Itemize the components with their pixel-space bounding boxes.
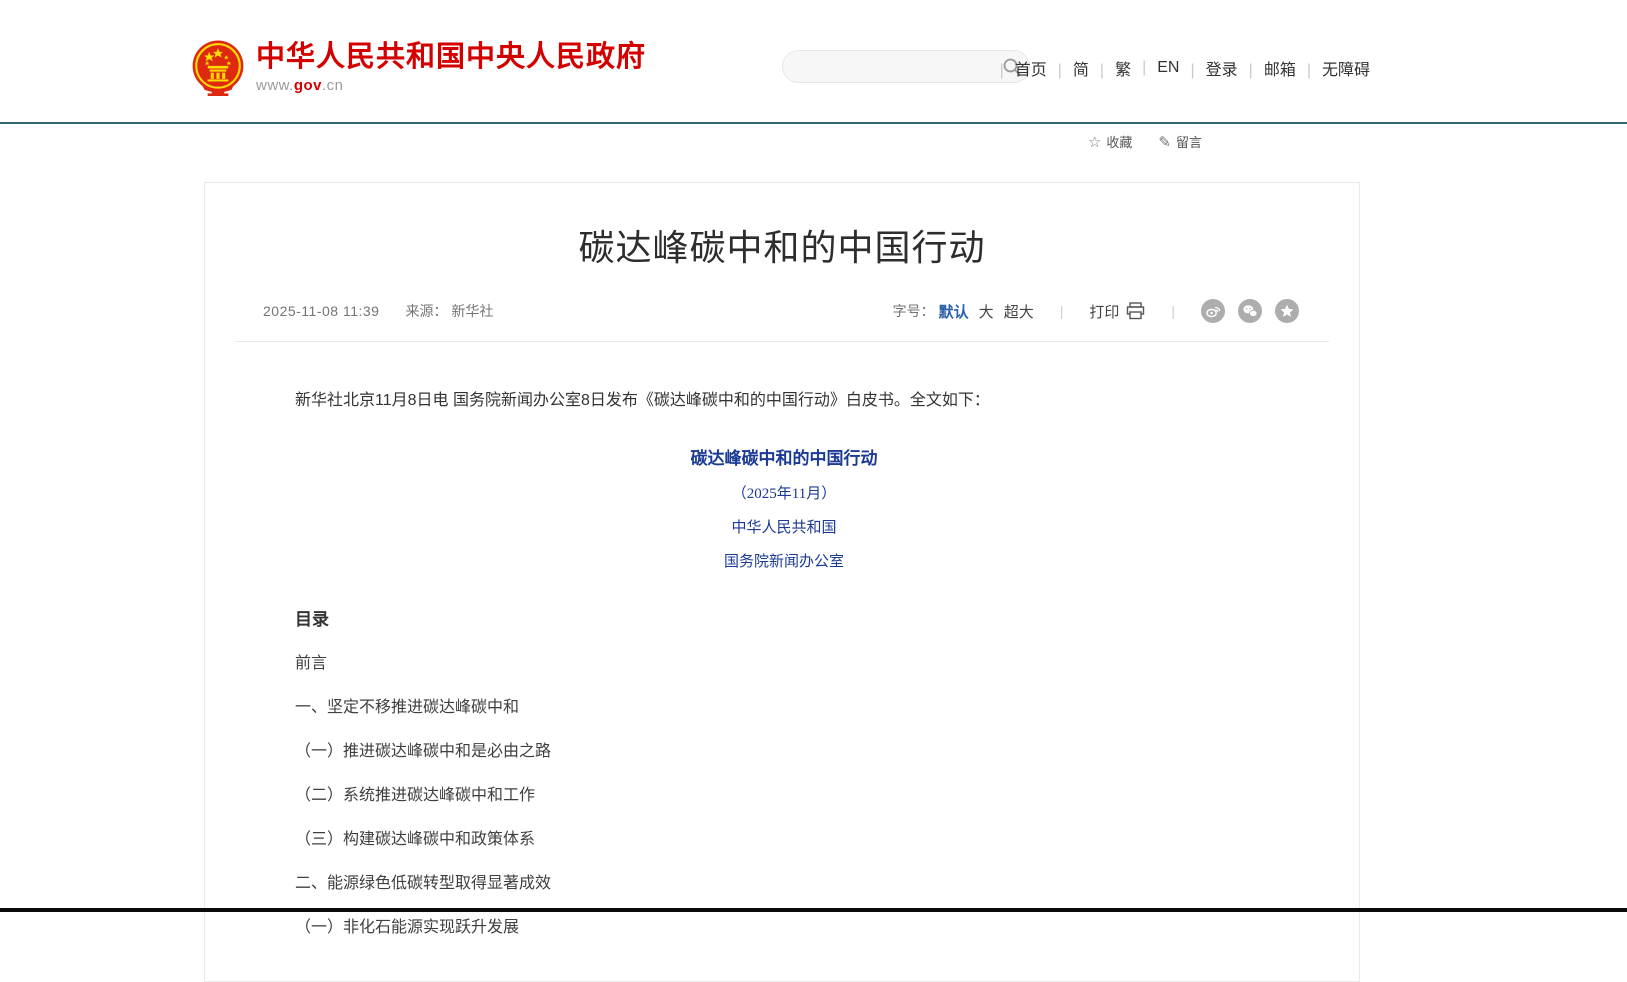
share-favorite-button[interactable] <box>1275 299 1299 323</box>
print-button[interactable]: 打印 <box>1089 301 1145 322</box>
weibo-icon <box>1205 303 1221 319</box>
viewport-bottom-edge <box>0 908 1627 912</box>
header-divider <box>0 122 1627 124</box>
nav-link[interactable]: 无障碍 <box>1296 56 1370 80</box>
publish-date: 2025-11-08 11:39 <box>263 303 379 319</box>
font-size-option[interactable]: 默认 <box>939 301 969 322</box>
toc-item[interactable]: 前言 <box>295 656 1273 672</box>
nav-link[interactable]: 首页 <box>989 56 1047 80</box>
toc-item[interactable]: 一、坚定不移推进碳达峰碳中和 <box>295 700 1273 716</box>
nav-link[interactable]: EN <box>1131 59 1179 77</box>
nav-link[interactable]: 登录 <box>1179 56 1237 80</box>
site-title: 中华人民共和国中央人民政府 <box>256 40 646 74</box>
article-meta-left: 2025-11-08 11:39 来源： 新华社 <box>263 301 493 321</box>
site-header: 中华人民共和国中央人民政府 www.gov.cn 首页 简 繁 EN 登录 邮箱… <box>0 0 1627 122</box>
toc-item[interactable]: （二）系统推进碳达峰碳中和工作 <box>295 788 1273 804</box>
lead-paragraph: 新华社北京11月8日电 国务院新闻办公室8日发布《碳达峰碳中和的中国行动》白皮书… <box>295 388 1273 414</box>
meta-separator: | <box>1171 303 1175 319</box>
pencil-icon: ✎ <box>1158 133 1171 151</box>
meta-separator: | <box>1060 303 1064 319</box>
document-org-line1: 中华人民共和国 <box>295 516 1273 537</box>
toc-item[interactable]: （一）非化石能源实现跃升发展 <box>295 920 1273 936</box>
toc-heading: 目录 <box>295 605 1273 630</box>
document-org-line2: 国务院新闻办公室 <box>295 550 1273 571</box>
article-meta-row: 2025-11-08 11:39 来源： 新华社 字号： 默认 大 超大 | 打… <box>233 299 1331 323</box>
top-nav: 首页 简 繁 EN 登录 邮箱 无障碍 <box>989 56 1370 80</box>
source: 来源： 新华社 <box>405 301 493 321</box>
comment-label: 留言 <box>1176 132 1202 151</box>
article-card: 碳达峰碳中和的中国行动 2025-11-08 11:39 来源： 新华社 字号：… <box>204 182 1360 982</box>
nav-link[interactable]: 邮箱 <box>1238 56 1296 80</box>
share-weibo-button[interactable] <box>1201 299 1225 323</box>
article-title: 碳达峰碳中和的中国行动 <box>233 225 1331 271</box>
toc-item[interactable]: （一）推进碳达峰碳中和是必由之路 <box>295 744 1273 760</box>
printer-icon <box>1126 302 1145 320</box>
site-logo-link[interactable]: 中华人民共和国中央人民政府 www.gov.cn <box>192 40 646 96</box>
search-input[interactable] <box>783 51 995 82</box>
document-date-line: （2025年11月） <box>295 482 1273 503</box>
page-tools: ☆ 收藏 ✎ 留言 <box>1088 132 1202 151</box>
toc-item[interactable]: 二、能源绿色低碳转型取得显著成效 <box>295 876 1273 892</box>
star-icon: ☆ <box>1088 133 1101 151</box>
favorite-label: 收藏 <box>1106 132 1132 151</box>
font-size-option[interactable]: 大 <box>979 301 994 322</box>
share-wechat-button[interactable] <box>1238 299 1262 323</box>
wechat-icon <box>1242 303 1258 319</box>
comment-button[interactable]: ✎ 留言 <box>1158 132 1202 151</box>
toc-list: 前言 一、坚定不移推进碳达峰碳中和 （一）推进碳达峰碳中和是必由之路 （二）系统… <box>295 656 1273 936</box>
font-size-option[interactable]: 超大 <box>1004 301 1034 322</box>
site-url: www.gov.cn <box>256 77 646 94</box>
nav-link[interactable]: 简 <box>1047 56 1089 80</box>
document-heading: 碳达峰碳中和的中国行动 （2025年11月） 中华人民共和国 国务院新闻办公室 <box>295 444 1273 571</box>
favorite-button[interactable]: ☆ 收藏 <box>1088 132 1132 151</box>
nav-link[interactable]: 繁 <box>1089 56 1131 80</box>
article-meta-right: 字号： 默认 大 超大 | 打印 <box>893 299 1299 323</box>
font-size-options: 默认 大 超大 <box>939 301 1034 322</box>
print-label: 打印 <box>1089 301 1119 322</box>
share-buttons <box>1201 299 1299 323</box>
font-size-label: 字号： <box>893 301 935 321</box>
circle-star-icon <box>1279 303 1295 319</box>
source-name[interactable]: 新华社 <box>451 303 493 319</box>
national-emblem-icon <box>192 40 244 96</box>
article-body: 新华社北京11月8日电 国务院新闻办公室8日发布《碳达峰碳中和的中国行动》白皮书… <box>233 342 1331 936</box>
toc-item[interactable]: （三）构建碳达峰碳中和政策体系 <box>295 832 1273 848</box>
document-title: 碳达峰碳中和的中国行动 <box>295 444 1273 469</box>
